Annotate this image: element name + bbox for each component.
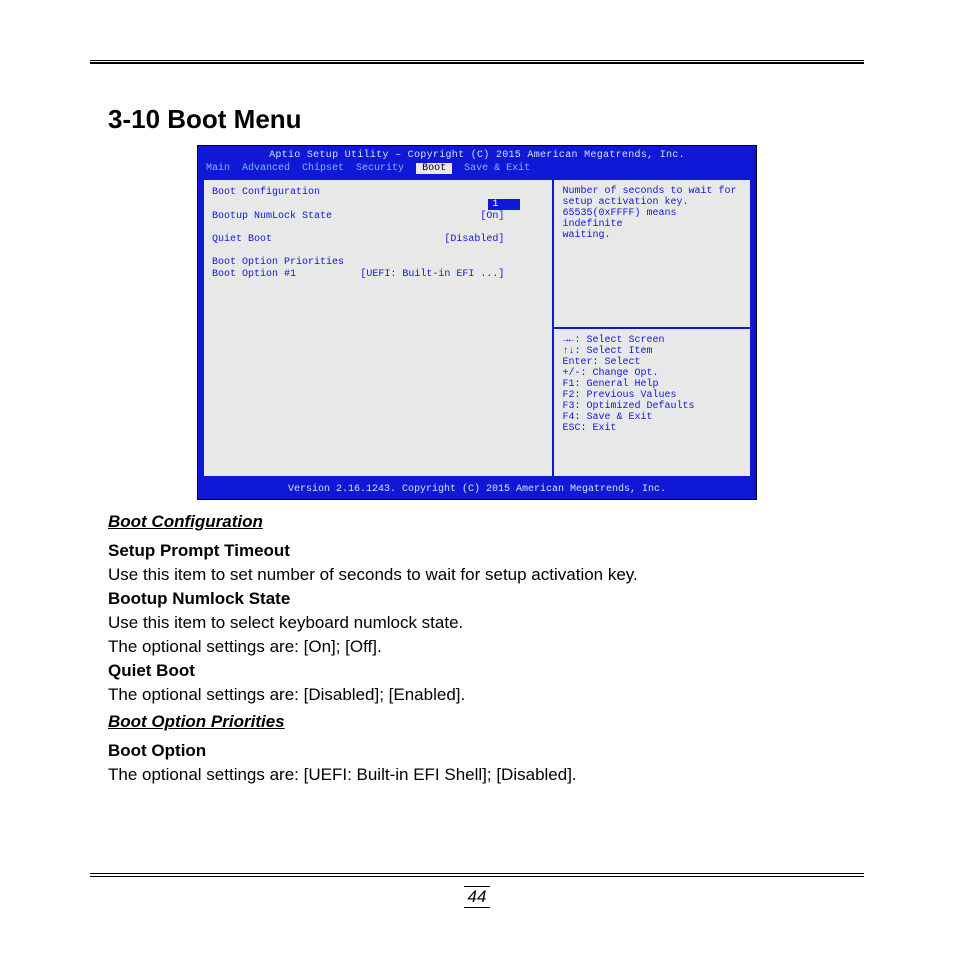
section-boot-option-priorities: Boot Option Priorities <box>108 712 864 732</box>
page: 3-10 Boot Menu Aptio Setup Utility – Cop… <box>0 0 954 954</box>
row-numlock-state[interactable]: Bootup NumLock State [On] <box>212 211 544 222</box>
bios-screenshot: Aptio Setup Utility – Copyright (C) 2015… <box>197 145 757 500</box>
tab-chipset[interactable]: Chipset <box>302 163 344 174</box>
boot-option-1-value: [UEFI: Built-in EFI ...] <box>360 269 544 280</box>
setup-prompt-value: 1 <box>488 199 520 210</box>
tab-advanced[interactable]: Advanced <box>242 163 290 174</box>
key-hint: →←: Select Screen <box>562 335 742 346</box>
bios-body: Boot Configuration Setup Prompt Timeout … <box>202 178 752 478</box>
item-title: Bootup Numlock State <box>108 588 864 610</box>
numlock-label: Bootup NumLock State <box>212 211 332 222</box>
key-hint: F3: Optimized Defaults <box>562 401 742 412</box>
item-text: The optional settings are: [Disabled]; [… <box>108 684 864 706</box>
heading: 3-10 Boot Menu <box>108 104 864 135</box>
footer-rule <box>90 873 864 874</box>
footer-rule <box>90 876 864 877</box>
section-boot-configuration: Boot Configuration <box>108 512 864 532</box>
setup-prompt-label: Setup Prompt Timeout <box>212 199 332 210</box>
tab-save-exit[interactable]: Save & Exit <box>464 163 530 174</box>
item-text: Use this item to set number of seconds t… <box>108 564 864 586</box>
tab-main[interactable]: Main <box>206 163 230 174</box>
item-title: Quiet Boot <box>108 660 864 682</box>
bios-title: Aptio Setup Utility – Copyright (C) 2015… <box>198 146 756 161</box>
bios-left-pane: Boot Configuration Setup Prompt Timeout … <box>204 180 554 476</box>
key-hint: Enter: Select <box>562 357 742 368</box>
item-title: Setup Prompt Timeout <box>108 540 864 562</box>
row-quiet-boot[interactable]: Quiet Boot [Disabled] <box>212 234 544 245</box>
key-hint: F4: Save & Exit <box>562 412 742 423</box>
top-rule <box>90 60 864 64</box>
group-boot-priorities: Boot Option Priorities <box>212 257 344 268</box>
page-number: 44 <box>0 886 954 908</box>
item-text: Use this item to select keyboard numlock… <box>108 612 864 634</box>
bios-footer: Version 2.16.1243. Copyright (C) 2015 Am… <box>198 482 756 499</box>
help-line: setup activation key. <box>562 197 742 208</box>
key-hint: ↑↓: Select Item <box>562 346 742 357</box>
numlock-value: [On] <box>480 211 544 222</box>
row-boot-option-1[interactable]: Boot Option #1 [UEFI: Built-in EFI ...] <box>212 269 544 280</box>
bios-key-legend: →←: Select Screen ↑↓: Select Item Enter:… <box>554 329 750 476</box>
boot-option-1-label: Boot Option #1 <box>212 269 296 280</box>
item-text: The optional settings are: [UEFI: Built-… <box>108 764 864 786</box>
help-line: 65535(0xFFFF) means indefinite <box>562 208 742 230</box>
key-hint: F1: General Help <box>562 379 742 390</box>
bios-tab-bar: Main Advanced Chipset Security Boot Save… <box>198 161 756 178</box>
group-boot-config: Boot Configuration <box>212 187 320 198</box>
key-hint: +/-: Change Opt. <box>562 368 742 379</box>
help-line: waiting. <box>562 230 742 241</box>
help-line: Number of seconds to wait for <box>562 186 742 197</box>
item-text: The optional settings are: [On]; [Off]. <box>108 636 864 658</box>
bios-help-text: Number of seconds to wait for setup acti… <box>554 180 750 329</box>
key-hint: F2: Previous Values <box>562 390 742 401</box>
tab-boot[interactable]: Boot <box>416 163 452 174</box>
item-title: Boot Option <box>108 740 864 762</box>
bios-right-pane: Number of seconds to wait for setup acti… <box>554 180 750 476</box>
key-hint: ESC: Exit <box>562 423 742 434</box>
quiet-boot-label: Quiet Boot <box>212 234 272 245</box>
row-setup-prompt-timeout[interactable]: Setup Prompt Timeout 1 <box>212 199 544 210</box>
quiet-boot-value: [Disabled] <box>444 234 544 245</box>
tab-security[interactable]: Security <box>356 163 404 174</box>
